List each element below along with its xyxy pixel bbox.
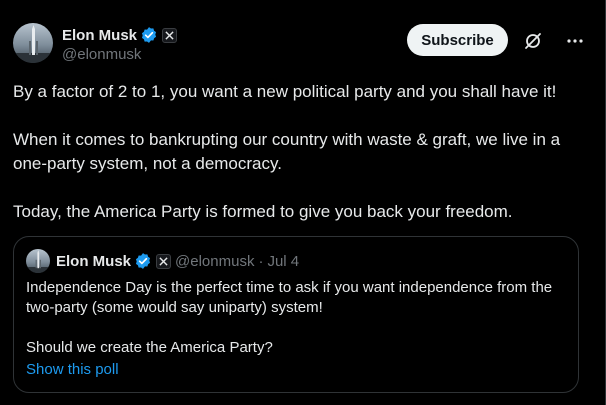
- quoted-post-text: Independence Day is the perfect time to …: [26, 278, 566, 358]
- post-text: By a factor of 2 to 1, you want a new po…: [13, 80, 593, 224]
- author-names: Elon Musk @elonmusk: [62, 25, 178, 63]
- x-logo-icon[interactable]: [162, 27, 178, 43]
- rocket-avatar-icon: [26, 250, 50, 273]
- avatar[interactable]: [13, 23, 53, 63]
- quoted-post-header: Elon Musk @elonmusk · Jul 4: [26, 249, 299, 273]
- post-card: Elon Musk @elonmusk Subscribe By a facto…: [0, 0, 606, 405]
- post-paragraph: Today, the America Party is formed to gi…: [13, 202, 513, 221]
- rocket-avatar-icon: [13, 25, 53, 63]
- post-header: Elon Musk @elonmusk Subscribe: [13, 23, 585, 67]
- post-paragraph: By a factor of 2 to 1, you want a new po…: [13, 82, 557, 101]
- subscribe-button[interactable]: Subscribe: [407, 24, 508, 56]
- quoted-post[interactable]: Elon Musk @elonmusk · Jul 4 Independence…: [13, 236, 579, 393]
- quoted-handle: @elonmusk: [175, 252, 255, 270]
- quoted-display-name: Elon Musk: [56, 252, 132, 270]
- author-handle[interactable]: @elonmusk: [62, 46, 177, 63]
- grok-icon[interactable]: [523, 31, 543, 51]
- quoted-paragraph: Should we create the America Party?: [26, 339, 273, 356]
- x-logo-icon: [156, 253, 172, 269]
- author-display-name[interactable]: Elon Musk: [62, 27, 137, 44]
- verified-badge-icon: [140, 26, 158, 44]
- quoted-paragraph: Independence Day is the perfect time to …: [26, 279, 553, 316]
- more-icon[interactable]: [565, 31, 585, 51]
- post-paragraph: When it comes to bankrupting our country…: [13, 130, 561, 173]
- show-poll-link[interactable]: Show this poll: [26, 361, 119, 378]
- quoted-separator: ·: [258, 252, 264, 270]
- quoted-avatar: [26, 249, 50, 273]
- quoted-date: Jul 4: [267, 252, 300, 270]
- verified-badge-icon: [134, 252, 152, 270]
